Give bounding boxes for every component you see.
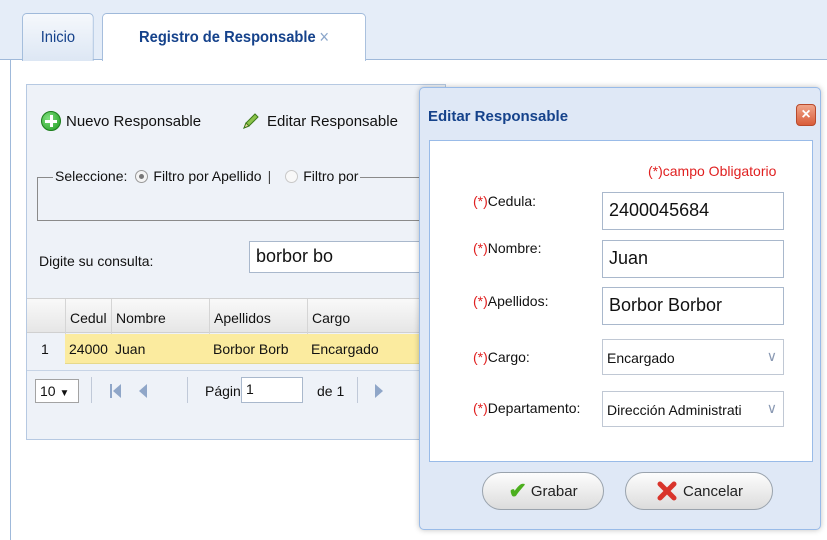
filter-separator: | <box>267 168 272 184</box>
content-border <box>10 60 11 540</box>
save-label: Grabar <box>530 482 578 500</box>
pencil-icon <box>243 113 259 129</box>
departamento-value: Dirección Administrati <box>607 402 742 418</box>
tab-inicio-label: Inicio <box>40 28 76 46</box>
first-page-icon[interactable] <box>109 383 123 399</box>
query-label: Digite su consulta: <box>39 253 154 269</box>
cancel-label: Cancelar <box>682 482 744 500</box>
pager-separator <box>187 377 188 403</box>
required-marker: (*) <box>473 400 488 416</box>
nombre-label: (*)Nombre: <box>473 240 541 256</box>
pager: 10 ▼ Página 1 de 1 <box>27 370 447 406</box>
prev-page-icon[interactable] <box>137 383 149 399</box>
nombre-label-text: Nombre: <box>487 240 542 256</box>
page-number-input[interactable]: 1 <box>241 377 303 403</box>
filter-fieldset: Seleccione: Filtro por Apellido | Filtro… <box>37 168 432 221</box>
edit-responsable-dialog: Editar Responsable × (*)campo Obligatori… <box>419 87 821 530</box>
pager-separator <box>357 377 358 403</box>
cargo-value: Encargado <box>607 350 675 366</box>
cell-cedula: 24000 <box>69 341 108 357</box>
dropdown-arrow-icon: ▼ <box>59 388 70 399</box>
tab-registro-responsable[interactable]: Registro de Responsable × <box>102 13 367 61</box>
apellidos-label: (*)Apellidos: <box>473 293 548 309</box>
table-row[interactable]: 24000 Juan Borbor Borb Encargado <box>65 334 447 364</box>
cell-apellidos: Borbor Borb <box>213 341 289 357</box>
page-size-value: 10 <box>40 383 56 399</box>
required-marker: (*) <box>473 349 488 365</box>
tab-close-icon[interactable]: × <box>319 27 329 48</box>
new-responsable-button[interactable]: Nuevo Responsable <box>41 111 201 131</box>
next-page-icon[interactable] <box>373 383 385 399</box>
tab-inicio[interactable]: Inicio <box>22 13 94 61</box>
radio-other-label: Filtro por <box>303 168 359 184</box>
cell-nombre: Juan <box>115 341 146 357</box>
required-marker: (*) <box>473 240 488 256</box>
nombre-field[interactable]: Juan <box>602 240 784 278</box>
cargo-select[interactable]: Encargado ∨ <box>602 339 784 375</box>
save-button[interactable]: ✔ Grabar <box>482 472 604 510</box>
required-note: (*)campo Obligatorio <box>648 163 777 179</box>
responsable-panel: Nuevo Responsable Editar Responsable Sel… <box>26 84 447 440</box>
cedula-field[interactable]: 2400045684 <box>602 192 784 230</box>
apellidos-label-text: Apellidos: <box>487 293 549 309</box>
tab-bar: Inicio Registro de Responsable × <box>0 0 827 61</box>
add-icon <box>41 111 61 131</box>
col-nombre[interactable]: Nombre <box>111 299 209 334</box>
filter-legend: Seleccione: Filtro por Apellido | Filtro… <box>53 168 361 184</box>
dialog-footer: ✔ Grabar Cancelar <box>420 466 820 530</box>
edit-responsable-button[interactable]: Editar Responsable <box>241 111 398 131</box>
page-total: de 1 <box>317 383 345 399</box>
cancel-button[interactable]: Cancelar <box>625 472 773 510</box>
required-marker: (*) <box>473 193 488 209</box>
col-apellidos[interactable]: Apellidos <box>209 299 307 334</box>
cancel-x-icon <box>657 481 677 501</box>
check-icon: ✔ <box>508 478 527 503</box>
edit-responsable-label: Editar Responsable <box>267 112 398 130</box>
chevron-down-icon: ∨ <box>766 400 777 416</box>
tab-registro-label: Registro de Responsable <box>139 28 316 46</box>
cargo-label-text: Cargo: <box>487 349 530 365</box>
radio-apellido-label: Filtro por Apellido <box>153 168 262 184</box>
close-icon[interactable]: × <box>796 104 816 126</box>
dialog-form: (*)campo Obligatorio (*)Cedula: 24000456… <box>429 140 813 462</box>
query-input[interactable]: borbor bo <box>249 241 447 273</box>
departamento-label-text: Departamento: <box>487 400 581 416</box>
filter-legend-label: Seleccione: <box>55 168 128 184</box>
cargo-label: (*)Cargo: <box>473 349 530 365</box>
col-cedula[interactable]: Cedul <box>65 299 111 334</box>
required-marker: (*) <box>473 293 488 309</box>
cedula-label-text: Cedula: <box>487 193 537 209</box>
radio-other-filter[interactable] <box>285 169 299 183</box>
row-number: 1 <box>27 334 65 364</box>
radio-apellido[interactable] <box>135 169 149 183</box>
pager-separator <box>91 377 92 403</box>
chevron-down-icon: ∨ <box>766 348 777 364</box>
departamento-label: (*)Departamento: <box>473 400 580 416</box>
page-size-select[interactable]: 10 ▼ <box>35 379 79 403</box>
dialog-title: Editar Responsable <box>428 108 569 125</box>
grid-header: Cedul Nombre Apellidos Cargo <box>27 298 447 334</box>
new-responsable-label: Nuevo Responsable <box>66 112 202 130</box>
cedula-label: (*)Cedula: <box>473 193 536 209</box>
apellidos-field[interactable]: Borbor Borbor <box>602 287 784 325</box>
departamento-select[interactable]: Dirección Administrati ∨ <box>602 391 784 427</box>
